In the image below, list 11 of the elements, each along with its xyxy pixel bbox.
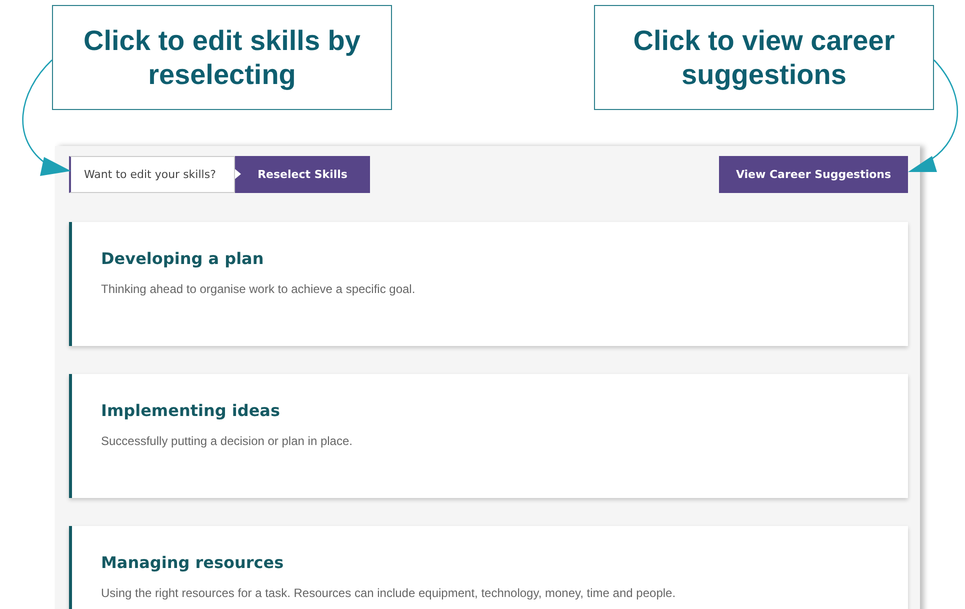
skill-description: Thinking ahead to organise work to achieve a specific goal. — [101, 282, 416, 296]
callout-box: Click to edit skills by reselecting — [52, 5, 392, 110]
reselect-skills-button[interactable]: Reselect Skills — [235, 156, 370, 193]
skill-title: Developing a plan — [101, 249, 265, 268]
view-career-suggestions-button[interactable]: View Career Suggestions — [719, 156, 908, 193]
skill-title: Implementing ideas — [101, 401, 281, 420]
callout-box: Click to view career suggestions — [594, 5, 934, 110]
skill-title: Managing resources — [101, 553, 285, 572]
edit-prompt: Want to edit your skills? — [69, 156, 235, 193]
skill-description: Successfully putting a decision or plan in place. — [101, 434, 354, 448]
skill-description: Using the right resources for a task. Resources can include equipment, technology, money, time and people. — [101, 586, 677, 600]
